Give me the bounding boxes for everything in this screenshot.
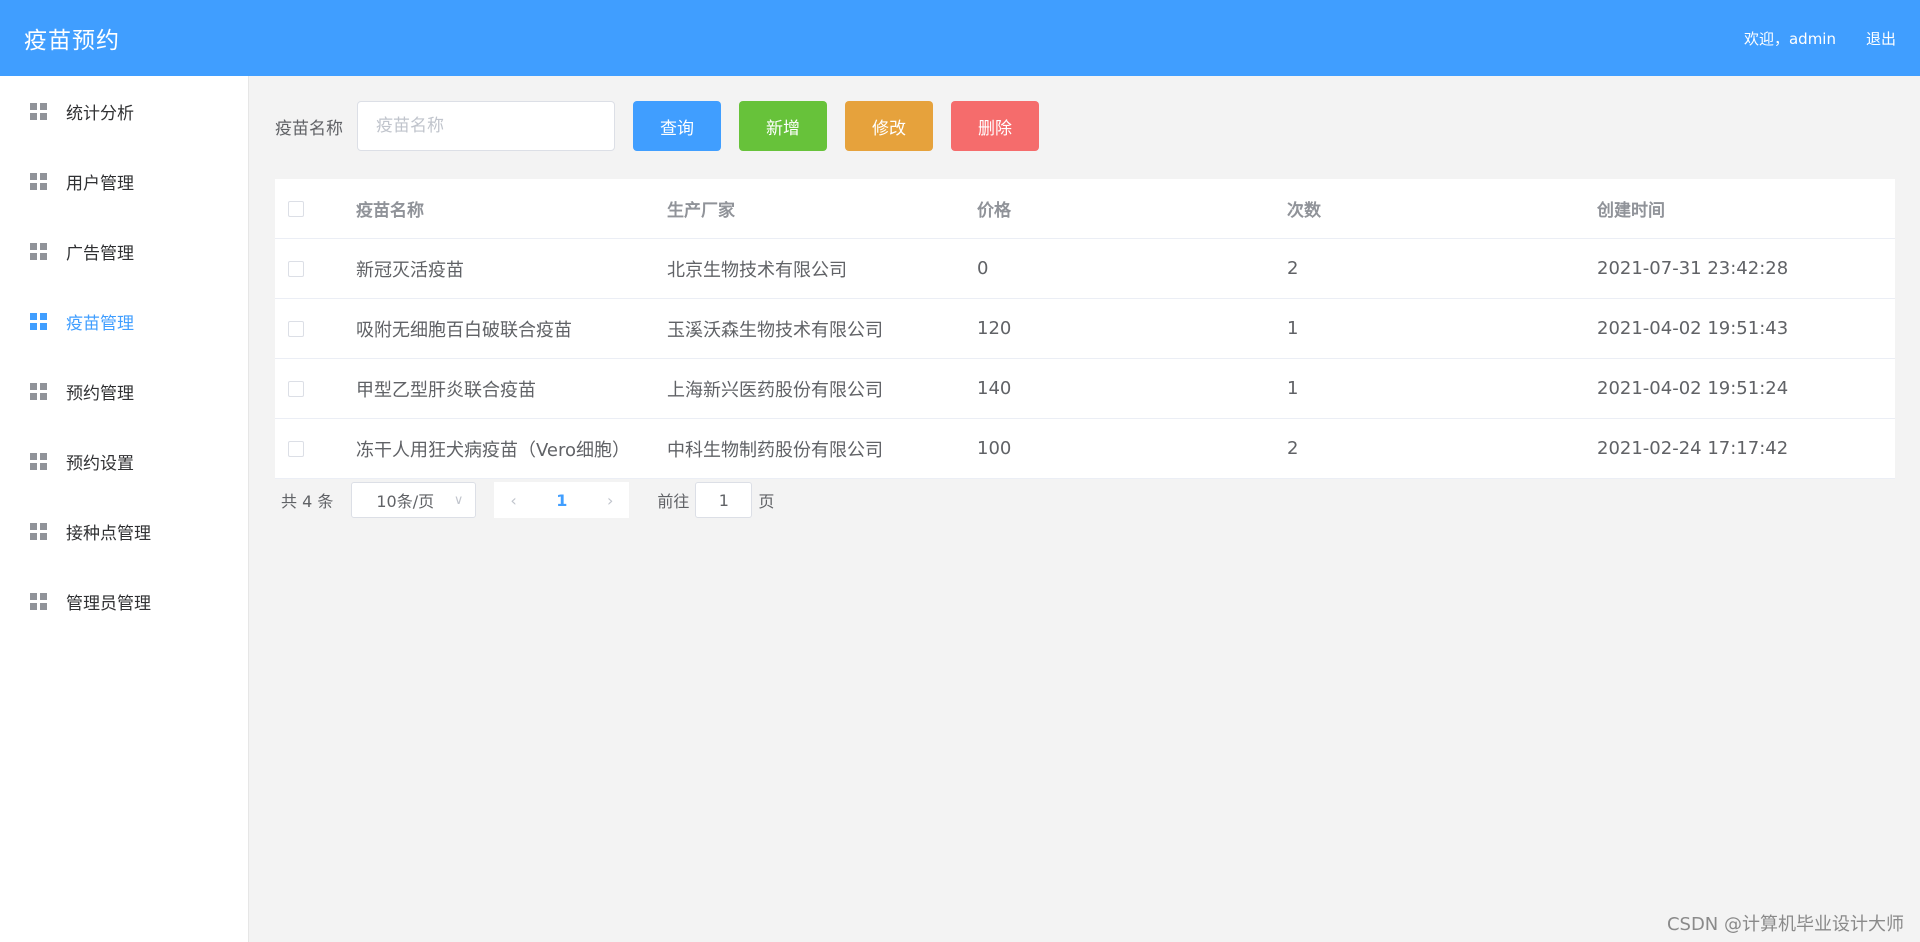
- cell-vaccine-name: 冻干人用狂犬病疫苗（Vero细胞）: [356, 439, 631, 461]
- cell-created-time: 2021-02-24 17:17:42: [1597, 438, 1789, 459]
- sidebar-item-vaccines[interactable]: 疫苗管理: [0, 286, 248, 356]
- cell-vaccine-name: 甲型乙型肝炎联合疫苗: [356, 379, 536, 401]
- grid-icon: [30, 452, 47, 470]
- prev-page-icon[interactable]: ‹: [510, 491, 516, 510]
- sidebar-item-label: 广告管理: [66, 243, 134, 264]
- goto-suffix: 页: [758, 492, 775, 511]
- cell-manufacturer: 玉溪沃森生物技术有限公司: [667, 319, 883, 341]
- sidebar-item-label: 用户管理: [66, 173, 134, 194]
- sidebar-item-label: 统计分析: [66, 103, 134, 124]
- cell-manufacturer: 中科生物制药股份有限公司: [667, 439, 883, 461]
- row-checkbox[interactable]: [288, 320, 304, 337]
- query-button[interactable]: 查询: [633, 101, 721, 151]
- row-checkbox[interactable]: [288, 440, 304, 457]
- column-header: 次数: [1287, 201, 1321, 221]
- row-checkbox[interactable]: [288, 380, 304, 397]
- delete-button[interactable]: 删除: [951, 101, 1039, 151]
- search-label: 疫苗名称: [275, 118, 343, 139]
- grid-icon: [30, 592, 47, 610]
- sidebar: 统计分析 用户管理 广告管理 疫苗管理 预约管理 预约设置 接种点管理 管理员管…: [0, 76, 249, 942]
- table-row[interactable]: 新冠灭活疫苗 北京生物技术有限公司 0 2 2021-07-31 23:42:2…: [275, 239, 1895, 299]
- grid-icon: [30, 522, 47, 540]
- table-row[interactable]: 吸附无细胞百白破联合疫苗 玉溪沃森生物技术有限公司 120 1 2021-04-…: [275, 299, 1895, 359]
- sidebar-item-label: 预约设置: [66, 453, 134, 474]
- goto-page-input[interactable]: [695, 482, 753, 518]
- page-size-select[interactable]: 10条/页 ∨: [351, 482, 477, 518]
- logout-link[interactable]: 退出: [1866, 28, 1896, 49]
- cell-created-time: 2021-07-31 23:42:28: [1597, 258, 1789, 279]
- table-header-row: 疫苗名称 生产厂家 价格 次数 创建时间: [275, 179, 1895, 239]
- main-content: 疫苗名称 查询 新增 修改 删除 疫苗名称 生产厂家 价格 次数 创建时间 新冠…: [275, 76, 1895, 518]
- pagination-total: 共 4 条: [281, 492, 334, 511]
- search-input[interactable]: [357, 101, 615, 151]
- grid-icon: [30, 242, 47, 260]
- select-all-checkbox[interactable]: [288, 200, 304, 217]
- next-page-icon[interactable]: ›: [607, 491, 613, 510]
- vaccine-table: 疫苗名称 生产厂家 价格 次数 创建时间 新冠灭活疫苗 北京生物技术有限公司 0…: [275, 179, 1895, 479]
- app-title: 疫苗预约: [24, 28, 120, 54]
- grid-icon: [30, 382, 47, 400]
- sidebar-item-appointments[interactable]: 预约管理: [0, 356, 248, 426]
- add-button[interactable]: 新增: [739, 101, 827, 151]
- header-user-area: 欢迎，admin 退出: [1744, 28, 1896, 49]
- edit-button[interactable]: 修改: [845, 101, 933, 151]
- chevron-down-icon: ∨: [453, 492, 464, 508]
- cell-doses: 1: [1287, 318, 1299, 339]
- app-header: 疫苗预约 欢迎，admin 退出: [0, 0, 1920, 76]
- watermark: CSDN @计算机毕业设计大师: [1666, 914, 1904, 935]
- page-navigator: ‹ 1 ›: [494, 482, 630, 518]
- cell-price: 120: [977, 318, 1012, 339]
- goto-label: 前往: [657, 492, 690, 511]
- cell-manufacturer: 上海新兴医药股份有限公司: [667, 379, 883, 401]
- page-size-value: 10条/页: [376, 492, 435, 511]
- cell-price: 140: [977, 378, 1012, 399]
- cell-price: 100: [977, 438, 1012, 459]
- sidebar-item-appointment-settings[interactable]: 预约设置: [0, 426, 248, 496]
- welcome-text: 欢迎，admin: [1743, 29, 1836, 48]
- grid-icon: [30, 172, 47, 190]
- grid-icon: [30, 102, 47, 120]
- sidebar-item-ads[interactable]: 广告管理: [0, 216, 248, 286]
- cell-manufacturer: 北京生物技术有限公司: [667, 259, 847, 281]
- cell-doses: 2: [1287, 258, 1299, 279]
- sidebar-item-label: 疫苗管理: [66, 313, 134, 334]
- cell-vaccine-name: 新冠灭活疫苗: [356, 259, 464, 281]
- sidebar-item-statistics[interactable]: 统计分析: [0, 76, 248, 146]
- toolbar: 疫苗名称 查询 新增 修改 删除: [275, 101, 1895, 151]
- cell-price: 0: [977, 258, 989, 279]
- sidebar-item-sites[interactable]: 接种点管理: [0, 496, 248, 566]
- cell-doses: 1: [1287, 378, 1299, 399]
- column-header: 疫苗名称: [356, 201, 424, 221]
- table-row[interactable]: 冻干人用狂犬病疫苗（Vero细胞） 中科生物制药股份有限公司 100 2 202…: [275, 419, 1895, 479]
- sidebar-item-label: 管理员管理: [66, 593, 151, 614]
- column-header: 价格: [977, 201, 1011, 221]
- sidebar-item-users[interactable]: 用户管理: [0, 146, 248, 216]
- cell-created-time: 2021-04-02 19:51:24: [1597, 378, 1789, 399]
- cell-vaccine-name: 吸附无细胞百白破联合疫苗: [356, 319, 572, 341]
- table-row[interactable]: 甲型乙型肝炎联合疫苗 上海新兴医药股份有限公司 140 1 2021-04-02…: [275, 359, 1895, 419]
- cell-doses: 2: [1287, 438, 1299, 459]
- row-checkbox[interactable]: [288, 260, 304, 277]
- sidebar-item-label: 预约管理: [66, 383, 134, 404]
- cell-created-time: 2021-04-02 19:51:43: [1597, 318, 1789, 339]
- grid-icon: [30, 312, 47, 330]
- sidebar-item-admins[interactable]: 管理员管理: [0, 566, 248, 636]
- sidebar-item-label: 接种点管理: [66, 523, 151, 544]
- pagination: 共 4 条 10条/页 ∨ ‹ 1 › 前往 页: [275, 482, 1895, 518]
- current-page[interactable]: 1: [556, 491, 567, 510]
- column-header: 生产厂家: [667, 201, 735, 221]
- column-header: 创建时间: [1597, 201, 1665, 221]
